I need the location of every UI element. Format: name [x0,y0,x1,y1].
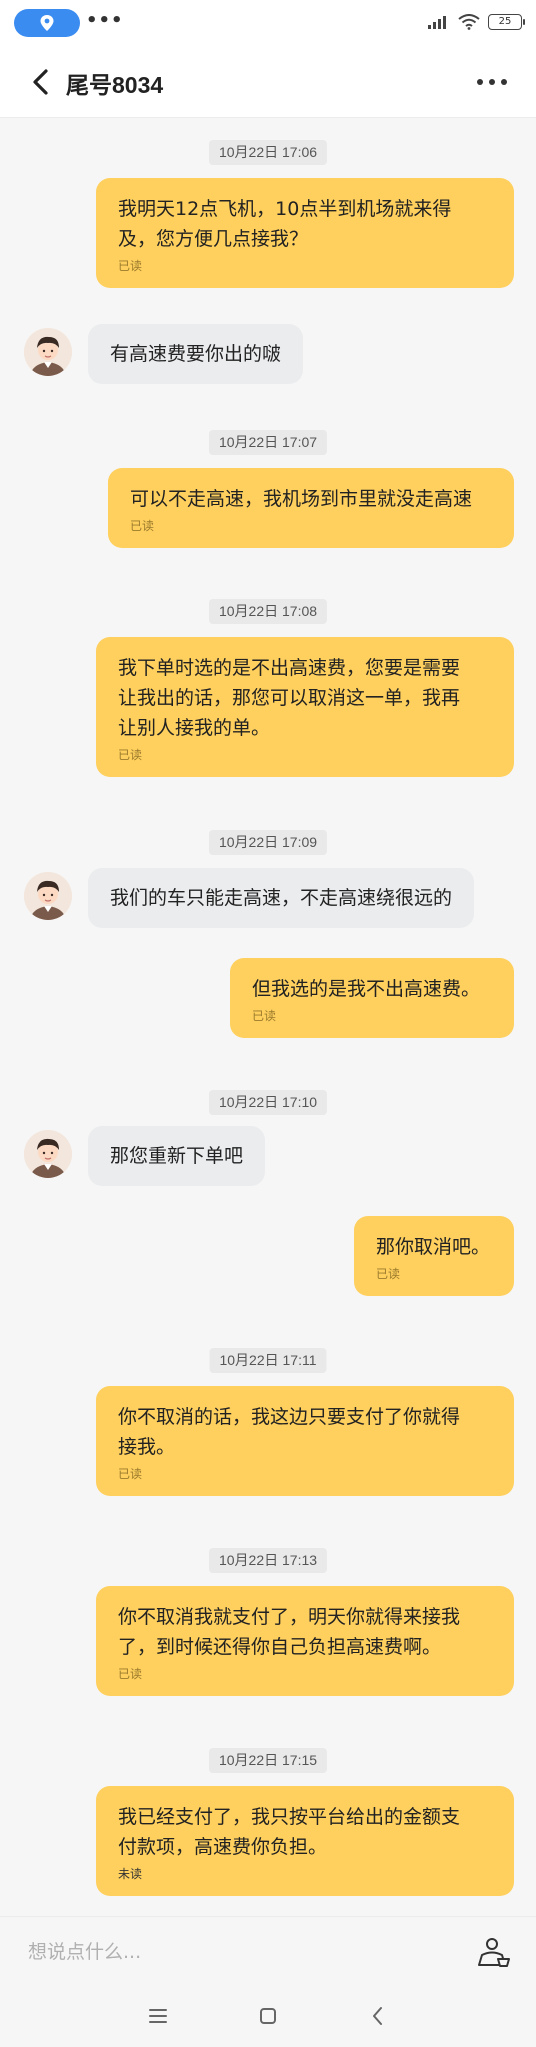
message-text: 了，到时候还得你自己负担高速费啊。 [118,1636,442,1658]
read-status: 已读 [118,748,143,762]
incoming-message[interactable]: 那您重新下单吧 [88,1126,266,1186]
timestamp: 10月22日 17:13 [208,1548,328,1573]
page-title: 尾号8034 [66,72,164,98]
signal-icon [428,16,446,29]
notification-dots: ••• [86,10,124,31]
system-nav-bar [0,1986,536,2047]
emoji-button[interactable] [476,1935,512,1969]
message-text: 但我选的是我不出高速费。 [252,978,481,1000]
avatar[interactable] [24,872,72,920]
message-text: 我下单时选的是不出高速费，您要是需要 [118,657,461,679]
driver-avatar-icon [24,1130,72,1178]
outgoing-message[interactable]: 可以不走高速，我机场到市里就没走高速 已读 [108,468,514,548]
timestamp: 10月22日 17:06 [208,140,328,165]
location-pill[interactable] [14,9,80,37]
read-status: 已读 [252,1009,277,1023]
timestamp: 10月22日 17:07 [208,430,328,455]
more-icon [477,79,483,85]
location-icon [40,15,54,31]
timestamp: 10月22日 17:10 [208,1090,328,1115]
timestamp: 10月22日 17:09 [208,830,328,855]
outgoing-message[interactable]: 那你取消吧。 已读 [354,1216,514,1296]
message-input-bar [0,1916,536,1986]
back-arrow-icon [33,69,48,95]
message-text: 可以不走高速，我机场到市里就没走高速 [130,488,473,510]
avatar[interactable] [24,1130,72,1178]
message-text: 让我出的话，那您可以取消这一单，我再 [118,687,461,709]
outgoing-message[interactable]: 我下单时选的是不出高速费，您要是需要 让我出的话，那您可以取消这一单，我再 让别… [96,637,514,777]
chat-header: 尾号8034 [0,46,536,118]
driver-avatar-icon [24,328,72,376]
message-text: 接我。 [118,1436,176,1458]
wifi-icon [458,14,480,30]
read-status: 已读 [376,1267,401,1281]
timestamp: 10月22日 17:08 [208,599,328,624]
read-status: 已读 [118,259,143,273]
back-button[interactable] [26,66,58,98]
read-status: 已读 [130,519,155,533]
outgoing-message[interactable]: 但我选的是我不出高速费。 已读 [230,958,514,1038]
menu-button[interactable] [146,2004,170,2028]
outgoing-message[interactable]: 你不取消的话，我这边只要支付了你就得 接我。 已读 [96,1386,514,1496]
read-status: 已读 [118,1467,143,1481]
incoming-message[interactable]: 有高速费要你出的啵 [88,324,304,384]
home-button[interactable] [256,2004,280,2028]
outgoing-message[interactable]: 我明天12点飞机，10点半到机场就来得 及，您方便几点接我？ 已读 [96,178,514,288]
message-text: 及，您方便几点接我？ [118,228,309,250]
menu-icon [149,2009,167,2023]
incoming-message[interactable]: 我们的车只能走高速，不走高速绕很远的 [88,868,475,928]
timestamp: 10月22日 17:11 [209,1348,327,1373]
battery-icon: 25 [488,14,525,30]
message-text: 付款项，高速费你负担。 [118,1836,328,1858]
read-status: 未读 [118,1867,143,1881]
read-status: 已读 [118,1667,143,1681]
message-text: 让别人接我的单。 [118,717,271,739]
message-text: 我明天12点飞机，10点半到机场就来得 [118,198,452,220]
message-input[interactable] [28,1935,448,1969]
message-text: 你不取消我就支付了，明天你就得来接我 [118,1606,461,1628]
home-icon [260,2008,276,2024]
message-text: 那你取消吧。 [376,1236,491,1258]
avatar[interactable] [24,328,72,376]
back-icon [373,2007,382,2025]
emoji-icon [478,1938,510,1967]
driver-avatar-icon [24,872,72,920]
outgoing-message[interactable]: 你不取消我就支付了，明天你就得来接我 了，到时候还得你自己负担高速费啊。 已读 [96,1586,514,1696]
more-button[interactable] [474,70,510,94]
message-text: 我已经支付了，我只按平台给出的金额支 [118,1806,461,1828]
system-back-button[interactable] [366,2004,390,2028]
status-icons: 25 [428,14,525,30]
status-bar: ••• 25 [0,0,536,46]
outgoing-message[interactable]: 我已经支付了，我只按平台给出的金额支 付款项，高速费你负担。 未读 [96,1786,514,1896]
message-text: 你不取消的话，我这边只要支付了你就得 [118,1406,461,1428]
timestamp: 10月22日 17:15 [208,1748,328,1773]
